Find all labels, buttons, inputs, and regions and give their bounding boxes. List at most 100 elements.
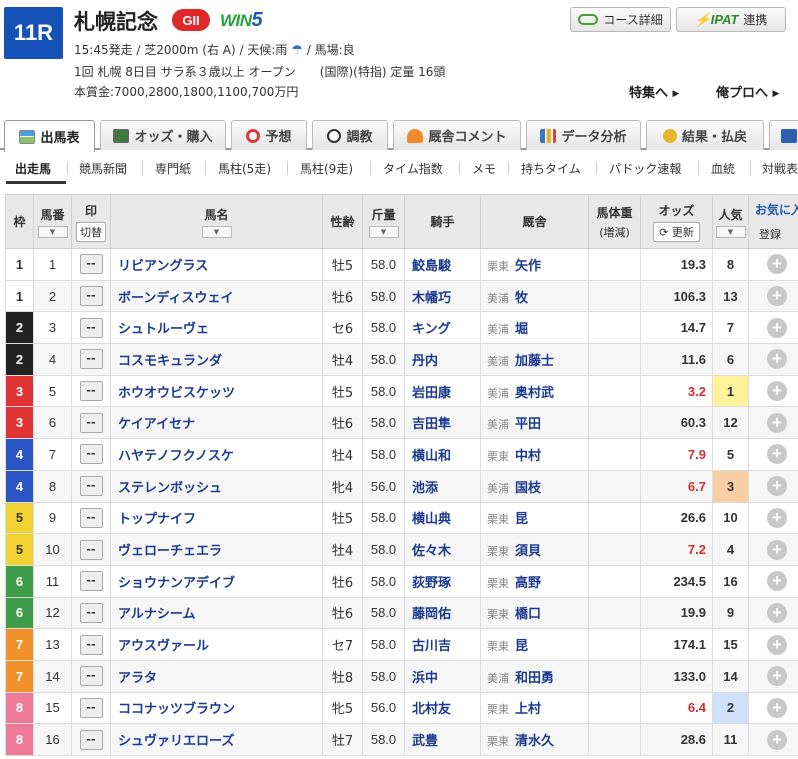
course-detail-button[interactable]: コース詳細 (570, 7, 671, 32)
add-favorite-icon[interactable]: + (767, 729, 787, 750)
subtab-entries[interactable]: 出走馬 (15, 160, 51, 177)
add-favorite-icon[interactable]: + (767, 666, 787, 687)
prediction-mark-button[interactable]: -- (79, 381, 103, 402)
horse-name-link[interactable]: ヴェローチェエラ (110, 533, 323, 566)
add-favorite-icon[interactable]: + (767, 539, 787, 560)
add-favorite-icon[interactable]: + (767, 349, 787, 370)
jockey-link[interactable]: 武豊 (404, 723, 481, 756)
jockey-link[interactable]: 横山典 (404, 501, 481, 535)
jockey-link[interactable]: 池添 (404, 469, 481, 503)
subtab-best-time[interactable]: 持ちタイム (521, 160, 581, 177)
tab-video[interactable] (769, 120, 798, 150)
sort-icon[interactable]: ▼ (37, 225, 68, 238)
add-favorite-icon[interactable]: + (767, 697, 787, 718)
sort-icon[interactable]: ▼ (368, 225, 399, 238)
prediction-mark-button[interactable]: -- (79, 697, 103, 718)
add-favorite-icon[interactable]: + (767, 571, 787, 592)
jockey-link[interactable]: 浜中 (404, 659, 481, 693)
jockey-link[interactable]: 古川吉 (404, 628, 481, 661)
subtab-newspaper[interactable]: 競馬新聞 (79, 160, 127, 177)
prediction-mark-button[interactable]: -- (79, 634, 103, 655)
horse-name-link[interactable]: トップナイフ (110, 501, 323, 535)
tab-entries[interactable]: 出馬表 (4, 120, 95, 152)
tab-prediction[interactable]: 予想 (231, 120, 307, 150)
col-umaban[interactable]: 馬番 ▼ (33, 194, 72, 249)
horse-name-link[interactable]: リビアングラス (110, 248, 323, 281)
jockey-link[interactable]: 岩田康 (404, 374, 481, 408)
prediction-mark-button[interactable]: -- (79, 349, 103, 370)
add-favorite-icon[interactable]: + (767, 634, 787, 655)
tab-data-analysis[interactable]: データ分析 (526, 120, 641, 150)
trainer-link[interactable]: 国枝 (515, 481, 541, 496)
mark-toggle-button[interactable]: 切替 (76, 221, 106, 242)
horse-name-link[interactable]: ハヤテノフクノスケ (110, 438, 323, 471)
add-favorite-icon[interactable]: + (767, 381, 787, 402)
ipat-link-button[interactable]: ⚡IPAT 連携 (676, 7, 786, 32)
prediction-mark-button[interactable]: -- (79, 602, 103, 623)
jockey-link[interactable]: 藤岡佑 (404, 596, 481, 630)
jockey-link[interactable]: キング (404, 311, 481, 345)
subtab-memo[interactable]: メモ (472, 160, 496, 177)
tab-training[interactable]: 調教 (312, 120, 388, 150)
trainer-link[interactable]: 上村 (515, 702, 541, 717)
prediction-mark-button[interactable]: -- (79, 317, 103, 338)
trainer-link[interactable]: 矢作 (515, 259, 541, 274)
subtab-matchup[interactable]: 対戦表 (762, 160, 798, 177)
trainer-link[interactable]: 昆 (515, 512, 528, 527)
horse-name-link[interactable]: ケイアイセナ (110, 406, 323, 440)
odds-update-button[interactable]: ⟳ 更新 (653, 221, 700, 242)
tab-results[interactable]: 結果・払戻 (646, 120, 764, 150)
jockey-link[interactable]: 吉田隼 (404, 406, 481, 440)
subtab-pedigree[interactable]: 血統 (711, 160, 735, 177)
col-popularity[interactable]: 人気 ▼ (712, 194, 749, 249)
jockey-link[interactable]: 北村友 (404, 691, 481, 725)
add-favorite-icon[interactable]: + (767, 317, 787, 338)
trainer-link[interactable]: 平田 (515, 417, 541, 432)
add-favorite-icon[interactable]: + (767, 444, 787, 465)
jockey-link[interactable]: 鮫島駿 (404, 248, 481, 281)
subtab-past9[interactable]: 馬柱(9走) (300, 160, 353, 177)
add-favorite-icon[interactable]: + (767, 254, 787, 275)
jockey-link[interactable]: 丹内 (404, 343, 481, 376)
prediction-mark-button[interactable]: -- (79, 254, 103, 275)
horse-name-link[interactable]: シュトルーヴェ (110, 311, 323, 345)
horse-name-link[interactable]: ココナッツブラウン (110, 691, 323, 725)
subtab-paddock[interactable]: パドック速報 (609, 160, 681, 177)
trainer-link[interactable]: 中村 (515, 449, 541, 464)
sort-icon[interactable]: ▼ (715, 225, 746, 238)
prediction-mark-button[interactable]: -- (79, 729, 103, 750)
horse-name-link[interactable]: シュヴァリエローズ (110, 723, 323, 756)
prediction-mark-button[interactable]: -- (79, 444, 103, 465)
prediction-mark-button[interactable]: -- (79, 507, 103, 528)
prediction-mark-button[interactable]: -- (79, 666, 103, 687)
jockey-link[interactable]: 荻野琢 (404, 564, 481, 598)
trainer-link[interactable]: 加藤士 (515, 354, 554, 369)
trainer-link[interactable]: 奥村武 (515, 386, 554, 401)
ore-pro-link[interactable]: 俺プロへ ▶ (716, 82, 779, 101)
jockey-link[interactable]: 横山和 (404, 438, 481, 471)
win5-logo[interactable]: WIN5 (220, 9, 263, 32)
trainer-link[interactable]: 橋口 (515, 607, 541, 622)
add-favorite-icon[interactable]: + (767, 286, 787, 307)
col-weight[interactable]: 斤量 ▼ (362, 194, 405, 249)
trainer-link[interactable]: 高野 (515, 576, 541, 591)
tab-odds[interactable]: オッズ・購入 (100, 120, 226, 150)
trainer-link[interactable]: 牧 (515, 291, 528, 306)
sort-icon[interactable]: ▼ (201, 225, 232, 238)
jockey-link[interactable]: 木幡巧 (404, 279, 481, 313)
tab-stable-comment[interactable]: 厩舎コメント (393, 120, 521, 150)
trainer-link[interactable]: 昆 (515, 639, 528, 654)
prediction-mark-button[interactable]: -- (79, 571, 103, 592)
col-horse[interactable]: 馬名 ▼ (110, 194, 323, 249)
prediction-mark-button[interactable]: -- (79, 539, 103, 560)
horse-name-link[interactable]: ステレンボッシュ (110, 469, 323, 503)
prediction-mark-button[interactable]: -- (79, 476, 103, 497)
prediction-mark-button[interactable]: -- (79, 286, 103, 307)
horse-name-link[interactable]: アウスヴァール (110, 628, 323, 661)
prediction-mark-button[interactable]: -- (79, 412, 103, 433)
horse-name-link[interactable]: ホウオウビスケッツ (110, 374, 323, 408)
add-favorite-icon[interactable]: + (767, 507, 787, 528)
subtab-time-index[interactable]: タイム指数 (383, 160, 443, 177)
subtab-special-paper[interactable]: 専門紙 (155, 160, 191, 177)
subtab-past5[interactable]: 馬柱(5走) (218, 160, 271, 177)
